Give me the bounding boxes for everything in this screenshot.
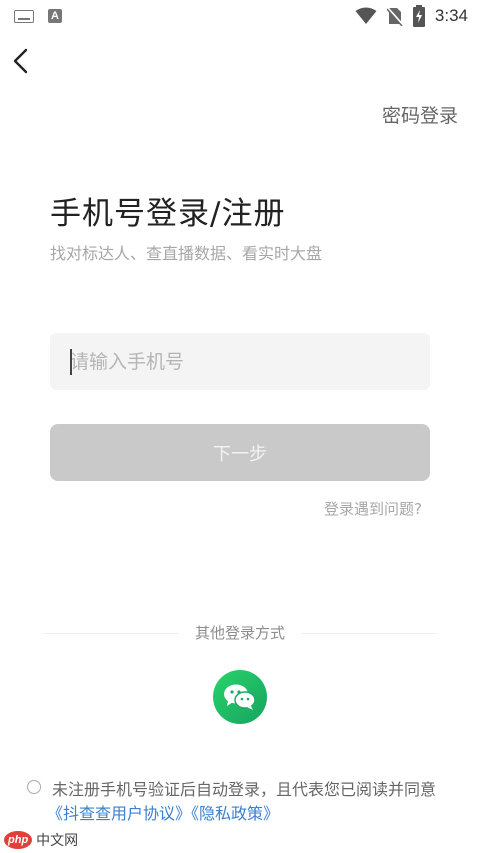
login-problem-link[interactable]: 登录遇到问题?	[324, 498, 422, 519]
keyboard-icon	[14, 9, 34, 23]
watermark-text: 中文网	[36, 833, 79, 849]
back-button[interactable]	[10, 46, 38, 76]
other-login-label: 其他登录方式	[178, 622, 302, 643]
status-time: 3:34	[434, 6, 468, 25]
wechat-login-button[interactable]	[213, 670, 267, 724]
agreement-text: 未注册手机号验证后自动登录，且代表您已阅读并同意	[52, 780, 437, 799]
status-bar: A 3:34	[0, 0, 480, 32]
watermark: php 中文网	[0, 827, 78, 853]
phone-input[interactable]	[50, 333, 430, 390]
back-arrow-icon	[13, 48, 28, 74]
user-agreement-link[interactable]: 《抖查查用户协议》	[47, 804, 191, 823]
no-sim-icon	[386, 6, 403, 26]
wechat-icon	[224, 684, 256, 710]
text-cursor	[70, 349, 72, 375]
wifi-icon	[355, 7, 377, 24]
agree-radio[interactable]	[27, 780, 41, 794]
a-notification-icon: A	[48, 9, 62, 23]
battery-charging-icon	[412, 5, 425, 27]
watermark-logo: php	[4, 831, 33, 849]
password-login-link[interactable]: 密码登录	[382, 101, 458, 128]
agreement-links: 《抖查查用户协议》《隐私政策》	[47, 800, 279, 824]
next-step-button[interactable]: 下一步	[50, 424, 430, 481]
other-login-divider: 其他登录方式	[42, 621, 438, 645]
page-title: 手机号登录/注册	[50, 196, 286, 232]
privacy-policy-link[interactable]: 《隐私政策》	[191, 804, 279, 823]
page-subtitle: 找对标达人、查直播数据、看实时大盘	[50, 244, 323, 263]
